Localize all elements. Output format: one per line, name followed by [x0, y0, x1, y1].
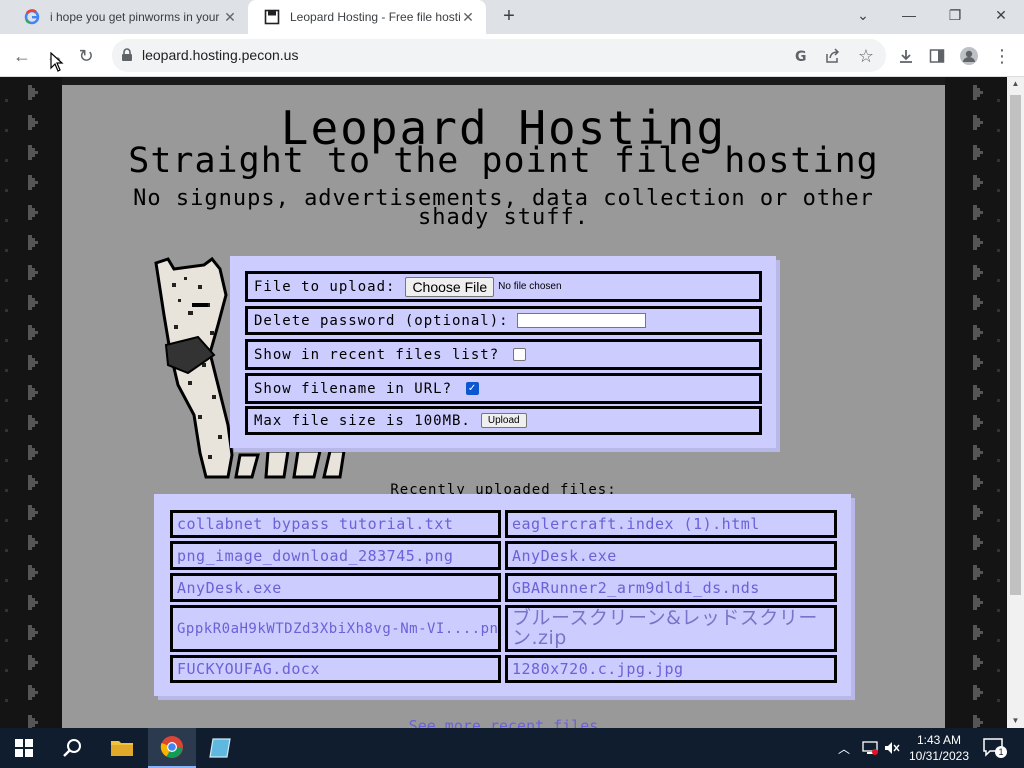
mouse-cursor-icon — [50, 52, 64, 72]
app-taskbar-icon[interactable] — [196, 728, 244, 768]
tab-strip: i hope you get pinworms in your ✕ Leopar… — [0, 0, 1024, 34]
svg-text:G: G — [795, 49, 807, 64]
site-description: No signups, advertisements, data collect… — [133, 186, 874, 230]
google-lens-icon[interactable]: G — [788, 43, 814, 69]
file-to-upload-label: File to upload: — [254, 278, 396, 295]
restore-icon[interactable]: ❐ — [932, 0, 978, 30]
file-upload-row: File to upload: Choose File No file chos… — [245, 271, 762, 302]
scroll-thumb[interactable] — [1010, 95, 1021, 595]
minimize-icon[interactable]: — — [886, 0, 932, 30]
show-filename-checkbox[interactable]: ✓ — [466, 382, 480, 395]
close-tab-icon[interactable]: ✕ — [460, 9, 476, 25]
upload-form-panel: File to upload: Choose File No file chos… — [230, 256, 776, 448]
show-filename-label: Show filename in URL? — [254, 380, 453, 397]
reload-icon[interactable]: ↻ — [73, 43, 99, 69]
volume-muted-icon[interactable] — [884, 740, 900, 761]
see-more-recent-link[interactable]: See more recent files — [62, 717, 945, 728]
close-tab-icon[interactable]: ✕ — [222, 9, 238, 25]
new-tab-icon[interactable]: + — [498, 6, 520, 28]
side-panel-icon[interactable] — [924, 43, 950, 69]
site-subtitle: Straight to the point file hosting — [128, 141, 879, 181]
recent-files-panel: collabnet bypass tutorial.txt eaglercraf… — [154, 494, 851, 696]
download-icon[interactable] — [893, 43, 919, 69]
back-icon[interactable]: ← — [9, 43, 35, 69]
clock-date: 10/31/2023 — [908, 749, 970, 763]
page-viewport: Leopard Hosting Straight to the point fi… — [0, 77, 1007, 728]
no-file-chosen-text: No file chosen — [498, 281, 562, 292]
choose-file-button[interactable]: Choose File — [405, 276, 495, 297]
recent-file-link[interactable]: eaglercraft.index (1).html — [505, 510, 837, 538]
page-scrollbar[interactable]: ▲ ▼ — [1007, 77, 1024, 728]
filename-url-row: Show filename in URL? ✓ — [245, 373, 762, 404]
network-icon[interactable] — [862, 740, 878, 761]
lock-icon[interactable] — [121, 48, 133, 67]
delete-password-label: Delete password (optional): — [254, 312, 509, 329]
browser-tab[interactable]: i hope you get pinworms in your ✕ — [8, 0, 248, 34]
notification-count-badge: 1 — [995, 746, 1007, 758]
bookmark-star-icon[interactable]: ☆ — [853, 43, 879, 69]
recent-files-row: Show in recent files list? — [245, 339, 762, 370]
tab-title: Leopard Hosting - Free file hosti — [290, 10, 460, 24]
google-icon — [24, 9, 40, 25]
share-icon[interactable] — [820, 43, 846, 69]
delete-password-row: Delete password (optional): — [245, 306, 762, 335]
recent-file-link[interactable]: GppkR0aH9kWTDZd3XbiXh8vg-Nm-VI....png — [170, 605, 501, 652]
taskbar-clock[interactable]: 1:43 AM 10/31/2023 — [906, 732, 972, 764]
windows-start-icon[interactable] — [0, 728, 48, 768]
recent-file-link[interactable]: AnyDesk.exe — [170, 573, 501, 602]
browser-tab-active[interactable]: Leopard Hosting - Free file hosti ✕ — [248, 0, 486, 34]
recent-file-link[interactable]: 1280x720.c.jpg.jpg — [505, 655, 837, 683]
recent-file-link[interactable]: ブルースクリーン&レッドスクリーン.zip — [505, 605, 837, 652]
recent-file-link[interactable]: png_image_download_283745.png — [170, 541, 501, 570]
delete-password-input[interactable] — [516, 313, 646, 328]
chrome-taskbar-icon[interactable] — [148, 728, 196, 768]
tab-title: i hope you get pinworms in your — [50, 10, 220, 24]
notification-center-icon[interactable]: 1 — [982, 737, 1007, 759]
upload-row: Max file size is 100MB. Upload — [245, 406, 762, 435]
windows-taskbar: ︿ 1:43 AM 10/31/2023 1 — [0, 728, 1024, 768]
scroll-down-arrow-icon[interactable]: ▼ — [1007, 714, 1024, 728]
recent-file-link[interactable]: collabnet bypass tutorial.txt — [170, 510, 501, 538]
menu-kebab-icon[interactable]: ⋮ — [989, 43, 1015, 69]
background-pattern-left — [0, 77, 62, 728]
max-file-size-text: Max file size is 100MB. — [254, 412, 471, 429]
url-text: leopard.hosting.pecon.us — [142, 47, 299, 63]
search-icon[interactable] — [48, 728, 96, 768]
recent-file-link[interactable]: FUCKYOUFAG.docx — [170, 655, 501, 683]
page-icon — [264, 9, 280, 25]
tab-search-icon[interactable]: ⌄ — [840, 0, 886, 30]
close-window-icon[interactable]: ✕ — [978, 0, 1024, 30]
show-recent-label: Show in recent files list? — [254, 346, 500, 363]
scroll-up-arrow-icon[interactable]: ▲ — [1007, 77, 1024, 91]
upload-button[interactable]: Upload — [480, 413, 527, 428]
file-explorer-icon[interactable] — [98, 728, 146, 768]
recent-file-link[interactable]: GBARunner2_arm9dldi_ds.nds — [505, 573, 837, 602]
browser-toolbar: ← → ↻ leopard.hosting.pecon.us G ☆ ⋮ — [0, 34, 1024, 77]
main-content: Leopard Hosting Straight to the point fi… — [62, 85, 945, 728]
clock-time: 1:43 AM — [916, 733, 962, 747]
background-pattern-right — [945, 77, 1007, 728]
address-bar[interactable]: leopard.hosting.pecon.us — [112, 39, 886, 72]
recent-file-link[interactable]: AnyDesk.exe — [505, 541, 837, 570]
show-hidden-icons-chevron-icon[interactable]: ︿ — [838, 740, 850, 757]
show-recent-checkbox[interactable] — [513, 348, 527, 361]
profile-avatar-icon[interactable] — [956, 43, 982, 69]
